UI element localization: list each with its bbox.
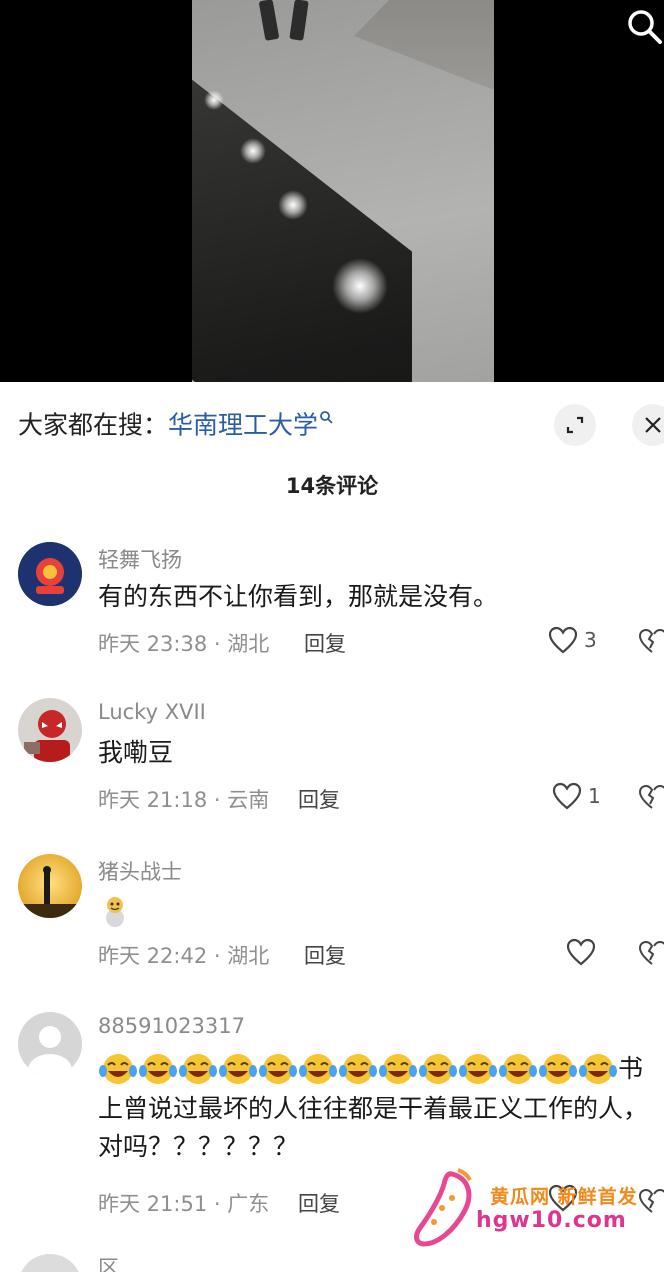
- video-light: [204, 90, 224, 110]
- comment-meta: 昨天 22:42 · 湖北: [98, 944, 270, 968]
- expand-icon: [566, 416, 584, 434]
- reply-button[interactable]: 回复: [304, 628, 346, 658]
- reply-button[interactable]: 回复: [298, 784, 340, 814]
- laughing-tears-emoji-icon: [499, 1054, 537, 1084]
- video-player[interactable]: [0, 0, 664, 382]
- comment-sheet: 大家都在搜：华南理工大学 14条评论 轻舞飞扬 有的东西不让你看到，那就是没有。…: [0, 382, 664, 1272]
- broken-heart-icon[interactable]: [638, 628, 664, 654]
- comment-username[interactable]: 猪头战士: [98, 856, 182, 886]
- avatar[interactable]: [18, 542, 82, 606]
- comment-username[interactable]: 区: [98, 1252, 119, 1272]
- video-light: [240, 138, 266, 164]
- video-person-legs: [258, 0, 322, 44]
- sticker-emoji-icon: [106, 897, 124, 927]
- close-icon: [645, 417, 661, 433]
- laugh-emoji-row: 书: [98, 1048, 648, 1090]
- laughing-tears-emoji-icon: [179, 1054, 217, 1084]
- comment-item: 轻舞飞扬 有的东西不让你看到，那就是没有。 昨天 23:38 · 湖北 回复 3: [0, 542, 664, 672]
- laughing-tears-emoji-icon: [459, 1054, 497, 1084]
- comment-meta: 昨天 21:18 · 云南: [98, 788, 270, 812]
- comment-item: 猪头战士 昨天 22:42 · 湖北 回复: [0, 854, 664, 984]
- close-button[interactable]: [632, 404, 664, 446]
- comment-item: Lucky XVII 我嘞豆 昨天 21:18 · 云南 回复 1: [0, 698, 664, 828]
- small-search-icon: [320, 411, 333, 424]
- avatar[interactable]: [18, 854, 82, 918]
- comment-item: 区: [0, 1254, 664, 1272]
- search-suggestion[interactable]: 大家都在搜：华南理工大学: [18, 410, 333, 440]
- heart-icon: [552, 782, 582, 810]
- search-icon[interactable]: [624, 6, 664, 46]
- laughing-tears-emoji-icon: [299, 1054, 337, 1084]
- laughing-tears-emoji-icon: [579, 1054, 617, 1084]
- broken-heart-icon[interactable]: [638, 940, 664, 966]
- heart-icon: [548, 626, 578, 654]
- avatar[interactable]: [18, 1254, 82, 1272]
- search-suggestion-prefix: 大家都在搜：: [18, 410, 169, 440]
- like-button[interactable]: 1: [552, 782, 601, 810]
- video-light: [332, 258, 388, 314]
- watermark-url: hgw10.com: [476, 1208, 627, 1233]
- site-watermark: 黄瓜网 新鲜首发 hgw10.com: [410, 1168, 664, 1250]
- laughing-tears-emoji-icon: [139, 1054, 177, 1084]
- comment-count: 14条评论: [285, 474, 379, 498]
- laughing-tears-emoji-icon: [219, 1054, 257, 1084]
- comment-username[interactable]: 轻舞飞扬: [98, 544, 182, 574]
- laughing-tears-emoji-icon: [259, 1054, 297, 1084]
- video-light: [278, 190, 308, 220]
- cucumber-logo-icon: [414, 1168, 472, 1247]
- laughing-tears-emoji-icon: [539, 1054, 577, 1084]
- video-wall: [354, 0, 494, 90]
- like-count: 3: [584, 628, 597, 652]
- comment-text-block: 书 上曾说过最坏的人往往都是干着最正义工作的人，对吗？？？？？？: [98, 1048, 648, 1166]
- search-suggestion-keyword[interactable]: 华南理工大学: [168, 410, 318, 439]
- reply-button[interactable]: 回复: [298, 1188, 340, 1218]
- comment-meta: 昨天 23:38 · 湖北: [98, 632, 270, 656]
- video-frame: [192, 0, 494, 382]
- comment-text-start: 书: [618, 1054, 644, 1083]
- watermark-title: 黄瓜网 新鲜首发: [490, 1186, 638, 1208]
- avatar[interactable]: [18, 698, 82, 762]
- comment-username[interactable]: Lucky XVII: [98, 700, 206, 724]
- laughing-tears-emoji-icon: [99, 1054, 137, 1084]
- laughing-tears-emoji-icon: [419, 1054, 457, 1084]
- heart-icon: [566, 938, 596, 966]
- comment-username[interactable]: 88591023317: [98, 1014, 245, 1038]
- comment-text: 我嘞豆: [98, 738, 174, 767]
- like-button[interactable]: [566, 938, 596, 966]
- laughing-tears-emoji-icon: [379, 1054, 417, 1084]
- avatar[interactable]: [18, 1012, 82, 1076]
- comment-text: 上曾说过最坏的人往往都是干着最正义工作的人，对吗？？？？？？: [98, 1094, 649, 1161]
- comment-meta: 昨天 21:51 · 广东: [98, 1192, 270, 1216]
- laughing-tears-emoji-icon: [339, 1054, 377, 1084]
- like-button[interactable]: 3: [548, 626, 597, 654]
- like-count: 1: [588, 784, 601, 808]
- expand-button[interactable]: [554, 404, 596, 446]
- comment-text: 有的东西不让你看到，那就是没有。: [98, 582, 499, 611]
- broken-heart-icon[interactable]: [638, 784, 664, 810]
- reply-button[interactable]: 回复: [304, 940, 346, 970]
